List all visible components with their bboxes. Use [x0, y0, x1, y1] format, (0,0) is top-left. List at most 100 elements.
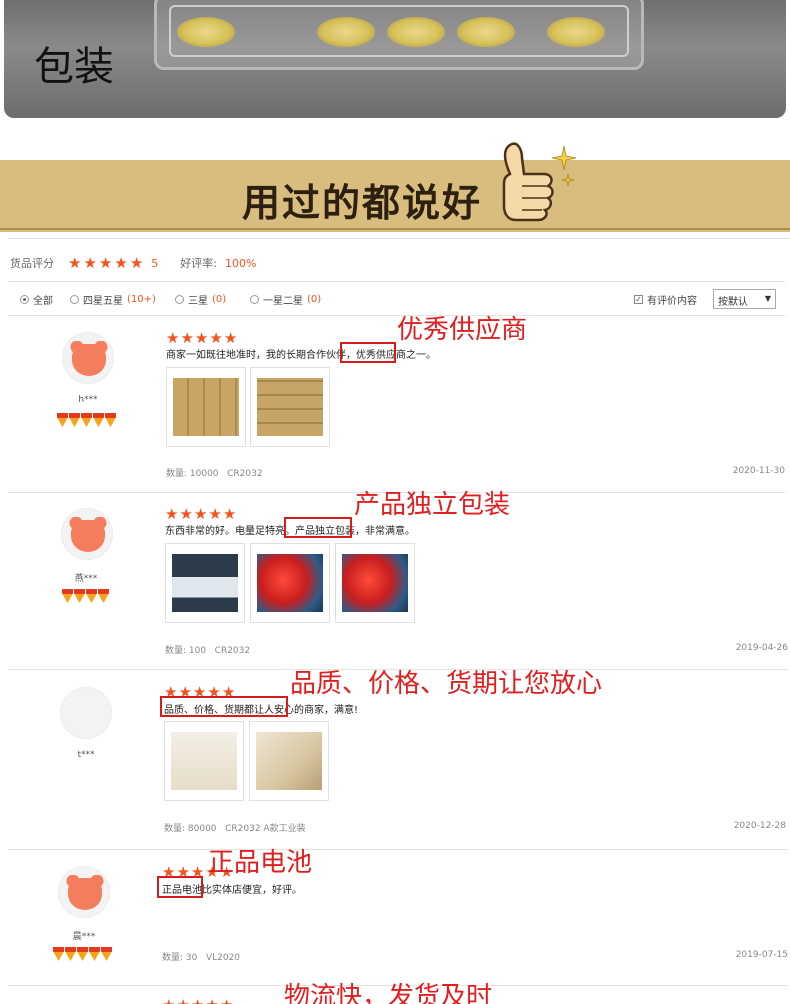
- review-photo[interactable]: [249, 721, 329, 801]
- medal-icon: [57, 413, 68, 427]
- medal-icon: [65, 947, 76, 961]
- star-icon: ★: [193, 505, 208, 523]
- review-meta: 数量: 30 VL2020: [162, 950, 240, 963]
- star-icon: ★: [191, 998, 204, 1004]
- star-icon: ★: [176, 998, 189, 1004]
- star-icon: ★: [129, 253, 144, 272]
- filter-all-label: 全部: [33, 296, 53, 307]
- star-icon: ★: [68, 253, 82, 272]
- filter-one-two-star[interactable]: 一星二星 (0): [250, 292, 321, 307]
- model: CR2032: [227, 469, 263, 479]
- highlight-box: [157, 876, 203, 898]
- buyer-level-badges: [62, 589, 109, 603]
- medal-icon: [98, 589, 109, 603]
- avatar: [61, 508, 113, 560]
- medal-icon: [53, 947, 64, 961]
- review-photo[interactable]: [166, 367, 246, 447]
- medal-icon: [86, 589, 97, 603]
- review-stars: ★★★★★: [165, 507, 236, 522]
- highlight-annotation: 优秀供应商: [397, 315, 528, 345]
- divider: [8, 849, 788, 850]
- rating-value: 5: [151, 256, 159, 270]
- review-photo[interactable]: [250, 367, 330, 447]
- star-icon: ★: [165, 505, 179, 523]
- star-icon: ★: [222, 505, 237, 523]
- review-photo[interactable]: [165, 543, 245, 623]
- filter-has-content[interactable]: ✓ 有评价内容: [634, 292, 697, 307]
- review-stars: ★★★★★: [162, 998, 233, 1004]
- product-detail-page: 包装 用过的都说好 货品评分 ★ ★ ★ ★ ★ 5 好评率: 100% 全部 四星五星…: [0, 0, 790, 1004]
- highlight-annotation: 物流快，发货及时: [284, 982, 493, 1004]
- divider: [8, 238, 790, 239]
- sort-select-value: 按默认: [718, 297, 748, 308]
- banner-title: 用过的都说好: [242, 180, 483, 225]
- rating-label: 货品评分: [10, 257, 54, 270]
- star-icon: ★: [98, 253, 113, 272]
- model: VL2020: [205, 953, 241, 963]
- buyer-level-badges: [53, 947, 112, 961]
- star-icon: ★: [83, 253, 97, 272]
- filter-three-label: 三星: [188, 296, 208, 307]
- filter-three-count: (0): [212, 294, 227, 305]
- medal-icon: [89, 947, 100, 961]
- avatar: [58, 866, 110, 918]
- medal-icon: [81, 413, 92, 427]
- positive-rate-label: 好评率:: [180, 257, 217, 270]
- reviewer-name: t***: [77, 750, 95, 760]
- filter-four-five-count: (10+): [127, 294, 156, 305]
- medal-icon: [93, 413, 104, 427]
- sort-select[interactable]: 按默认 ▼: [713, 289, 776, 309]
- review-photo[interactable]: [164, 721, 244, 801]
- highlight-box: [340, 342, 396, 363]
- radio-icon[interactable]: [250, 295, 259, 304]
- reviewer-name: 燕***: [74, 574, 98, 584]
- quantity: 数量: 100: [165, 646, 207, 656]
- review-stars: ★★★★★: [166, 331, 237, 346]
- star-icon: ★: [209, 329, 223, 347]
- highlight-annotation: 正品电池: [208, 848, 313, 878]
- highlight-annotation: 品质、价格、货期让您放心: [290, 669, 603, 699]
- quantity: 数量: 80000: [164, 824, 217, 834]
- review-photo[interactable]: [250, 543, 330, 623]
- highlight-box: [284, 517, 352, 538]
- star-icon: ★: [220, 998, 233, 1004]
- chevron-down-icon: ▼: [764, 294, 771, 303]
- star-icon: ★: [205, 998, 218, 1004]
- review-date: 2020-12-28: [733, 821, 786, 831]
- packaging-photo: 包装: [4, 0, 786, 118]
- model: CR2032 A款工业装: [225, 824, 306, 834]
- filter-four-five-label: 四星五星: [83, 296, 123, 307]
- divider: [8, 281, 785, 282]
- review-meta: 数量: 100 CR2032: [165, 643, 250, 656]
- review-photo[interactable]: [335, 543, 415, 623]
- filter-one-two-label: 一星二星: [263, 296, 303, 307]
- filter-four-five-star[interactable]: 四星五星 (10+): [70, 292, 156, 307]
- star-icon: ★: [114, 253, 128, 272]
- star-icon: ★: [223, 329, 238, 347]
- banner-divider: [0, 228, 790, 230]
- avatar: [62, 332, 114, 384]
- checkbox-icon[interactable]: ✓: [634, 295, 643, 304]
- radio-icon[interactable]: [175, 295, 184, 304]
- star-icon: ★: [180, 329, 194, 347]
- medal-icon: [77, 947, 88, 961]
- highlight-annotation: 产品独立包装: [354, 490, 511, 520]
- battery-tray-image: [154, 0, 644, 70]
- rating-stars: ★ ★ ★ ★ ★: [68, 253, 144, 272]
- reviewer-name: 晨***: [72, 932, 96, 942]
- filter-has-content-label: 有评价内容: [647, 296, 697, 307]
- filter-three-star[interactable]: 三星 (0): [175, 292, 226, 307]
- radio-icon[interactable]: [70, 295, 79, 304]
- radio-icon[interactable]: [20, 295, 29, 304]
- star-icon: ★: [162, 998, 175, 1004]
- medal-icon: [105, 413, 116, 427]
- filter-all[interactable]: 全部: [20, 292, 53, 307]
- quantity: 数量: 30: [162, 953, 198, 963]
- star-icon: ★: [166, 329, 180, 347]
- review-date: 2019-07-15: [735, 950, 788, 960]
- star-icon: ★: [179, 505, 193, 523]
- filter-one-two-count: (0): [307, 294, 322, 305]
- thumbs-up-icon: [502, 142, 577, 222]
- positive-rate-value: 100%: [224, 256, 257, 270]
- medal-icon: [69, 413, 80, 427]
